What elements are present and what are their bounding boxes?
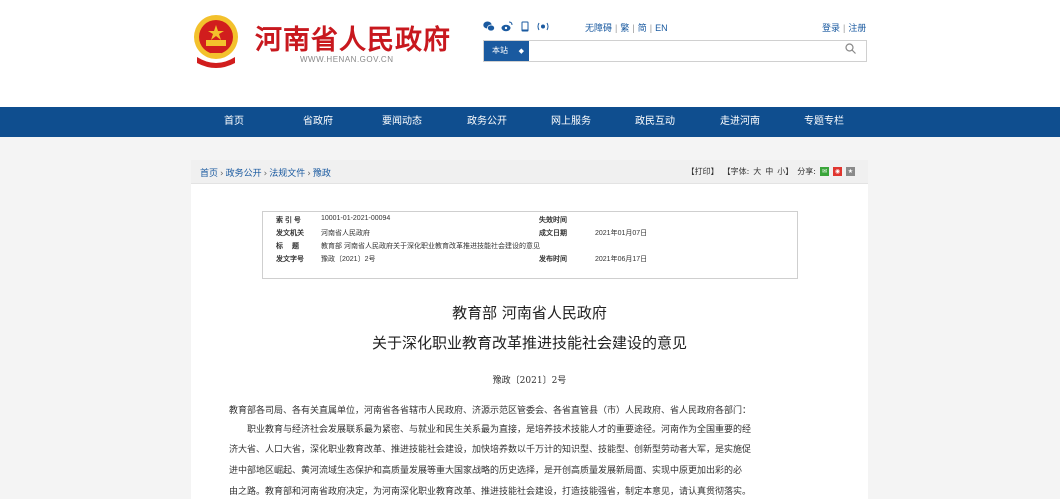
nav-provincial-government[interactable]: 省政府 [303,107,333,137]
search-scope-select[interactable]: 本站 ◆ [484,41,529,61]
qzone-share-icon[interactable]: ★ [846,167,855,176]
font-size-label: 【字体: [722,167,750,176]
body-paragraph-line: 由之路。教育部和河南省政府决定，为河南深化职业教育改革、推进技能社会建设，打造技… [229,487,752,497]
search-box: 本站 ◆ [483,40,867,62]
breadcrumb-government-affairs[interactable]: 政务公开 [226,169,262,179]
account-links: 登录 | 注册 [822,23,867,33]
updown-arrow-icon: ◆ [518,47,524,55]
index-number-label: 索 引 号 [276,217,301,224]
published-date-value: 2021年06月17日 [595,256,648,263]
simplified-chinese-link[interactable]: 简 [638,23,647,33]
issuer-value: 河南省人民政府 [321,230,370,237]
document-number-value: 豫政〔2021〕2号 [321,256,376,263]
nav-news[interactable]: 要闻动态 [382,107,422,137]
weibo-share-icon[interactable]: ◉ [833,167,842,176]
document-metadata-table: 索 引 号 10001-01-2021-00094 失效时间 发文机关 河南省人… [262,211,798,279]
share-label: 分享: [797,167,816,176]
language-links: 无障碍 | 繁 | 简 | EN [585,23,668,33]
site-header: 河南省人民政府 WWW.HENAN.GOV.CN 无障碍 | 繁 | 简 | EN 登录 | 注… [0,0,1060,107]
breadcrumb: 首页 › 政务公开 › 法规文件 › 豫政 [200,169,331,179]
published-date-label: 发布时间 [539,256,567,263]
nav-about-henan[interactable]: 走进河南 [720,107,760,137]
app-icon[interactable] [537,20,549,32]
body-paragraph-line: 职业教育与经济社会发展联系最为紧密、与就业和民生关系最为直接，是培养技术技能人才… [247,425,752,435]
font-small-button[interactable]: 小】 [777,166,793,177]
metadata-row: 发文机关 河南省人民政府 成文日期 2021年01月07日 [263,225,797,238]
metadata-row: 索 引 号 10001-01-2021-00094 失效时间 [263,212,797,225]
created-date-label: 成文日期 [539,230,567,237]
title-value: 教育部 河南省人民政府关于深化职业教育改革推进技能社会建设的意见 [321,243,540,250]
nav-special-topics[interactable]: 专题专栏 [804,107,844,137]
english-link[interactable]: EN [655,23,668,33]
document-number-label: 发文字号 [276,256,304,263]
document-number: 豫政〔2021〕2号 [492,376,567,386]
login-link[interactable]: 登录 [822,23,840,33]
search-input[interactable] [532,43,832,59]
weibo-icon[interactable] [501,20,513,32]
accessibility-link[interactable]: 无障碍 [585,23,612,33]
national-emblem-logo[interactable] [191,13,241,68]
created-date-value: 2021年01月07日 [595,230,648,237]
breadcrumb-home[interactable]: 首页 [200,169,218,179]
breadcrumb-bar: 首页 › 政务公开 › 法规文件 › 豫政 【打印】 【字体: 大 中 小】 分享: ✉ ◉… [191,160,868,184]
site-url: WWW.HENAN.GOV.CN [300,55,394,64]
document-title-line-2: 关于深化职业教育改革推进技能社会建设的意见 [371,334,687,352]
nav-public-interaction[interactable]: 政民互动 [635,107,675,137]
body-paragraph-line: 进中部地区崛起、黄河流域生态保护和高质量发展等重大国家战略的历史选择，是开创高质… [229,466,743,476]
font-large-button[interactable]: 大 [753,166,761,177]
mobile-icon[interactable] [519,20,531,32]
article-container: 首页 › 政务公开 › 法规文件 › 豫政 【打印】 【字体: 大 中 小】 分享: ✉ ◉… [191,160,868,499]
article-tools: 【打印】 【字体: 大 中 小】 分享: ✉ ◉ ★ [687,166,855,177]
metadata-row: 发文字号 豫政〔2021〕2号 发布时间 2021年06月17日 [263,251,797,264]
search-scope-label: 本站 [492,46,508,55]
expire-date-label: 失效时间 [539,217,567,224]
nav-home[interactable]: 首页 [224,107,244,137]
wechat-icon[interactable] [483,20,495,32]
font-medium-button[interactable]: 中 [765,166,773,177]
register-link[interactable]: 注册 [848,23,866,33]
body-paragraph-line: 济大省、人口大省，深化职业教育改革、推进技能社会建设，加快培养数以千万计的知识型… [229,445,752,455]
breadcrumb-yuzheng[interactable]: 豫政 [313,169,331,179]
metadata-row: 标 题 教育部 河南省人民政府关于深化职业教育改革推进技能社会建设的意见 [263,238,797,251]
site-title[interactable]: 河南省人民政府 [255,18,451,57]
print-button[interactable]: 【打印】 [687,166,719,177]
wechat-share-icon[interactable]: ✉ [820,167,829,176]
nav-online-services[interactable]: 网上服务 [551,107,591,137]
issuer-label: 发文机关 [276,230,304,237]
document-title-line-1: 教育部 河南省人民政府 [452,304,607,322]
traditional-chinese-link[interactable]: 繁 [620,23,629,33]
index-number-value: 10001-01-2021-00094 [321,215,391,222]
search-icon[interactable] [845,43,856,57]
addressee-line: 教育部各司局、各有关直属单位，河南省各省辖市人民政府、济源示范区管委会、各省直管… [229,406,752,416]
social-links [483,20,549,32]
main-nav: 首页 省政府 要闻动态 政务公开 网上服务 政民互动 走进河南 专题专栏 [0,107,1060,137]
title-label: 标 题 [276,243,299,250]
breadcrumb-regulations[interactable]: 法规文件 [269,169,305,179]
nav-government-affairs[interactable]: 政务公开 [467,107,507,137]
